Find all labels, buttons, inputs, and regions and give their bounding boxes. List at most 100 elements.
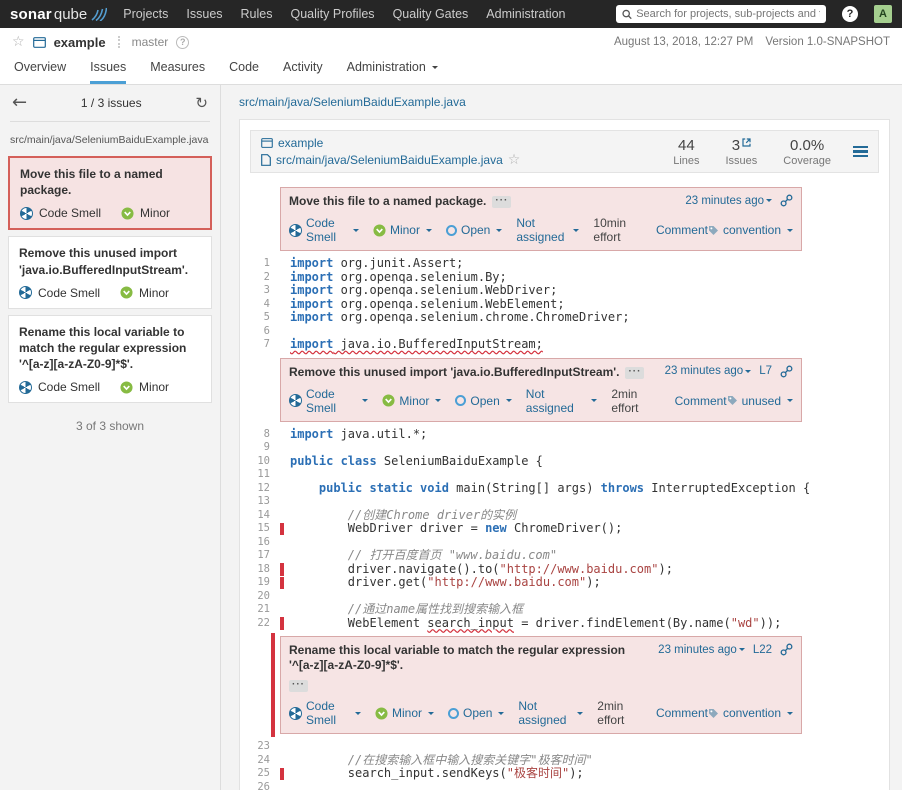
issue-age-dropdown[interactable]: 23 minutes ago xyxy=(665,365,752,377)
permalink-icon[interactable] xyxy=(780,194,793,207)
line-number[interactable]: 3 xyxy=(250,284,280,298)
code-smell-icon xyxy=(289,224,302,237)
line-number[interactable]: 1 xyxy=(250,257,280,271)
line-number[interactable]: 4 xyxy=(250,298,280,312)
line-number[interactable]: 26 xyxy=(250,781,280,790)
branch-help-icon[interactable]: ? xyxy=(176,36,189,49)
permalink-icon[interactable] xyxy=(780,365,793,378)
tab-activity[interactable]: Activity xyxy=(283,60,323,84)
help-icon[interactable]: ? xyxy=(842,6,858,22)
line-number[interactable]: 11 xyxy=(250,468,280,482)
line-number[interactable]: 18 xyxy=(250,563,280,577)
nav-projects[interactable]: Projects xyxy=(123,7,168,21)
tab-measures[interactable]: Measures xyxy=(150,60,205,84)
line-number[interactable]: 21 xyxy=(250,603,280,617)
metric-issues-value[interactable]: 3 xyxy=(726,137,758,154)
line-number[interactable]: 2 xyxy=(250,271,280,285)
issue-status-dropdown[interactable]: Open xyxy=(455,394,511,408)
comment-link[interactable]: Comment xyxy=(675,394,727,408)
comment-link[interactable]: Comment xyxy=(656,706,708,720)
issue-severity-dropdown[interactable]: Minor xyxy=(382,394,441,408)
line-number[interactable]: 19 xyxy=(250,576,280,590)
issue-list-item-selected[interactable]: Move this file to a named package. Code … xyxy=(8,156,212,230)
chevron-down-icon xyxy=(573,229,579,235)
tab-overview[interactable]: Overview xyxy=(14,60,66,84)
comment-link[interactable]: Comment xyxy=(656,223,708,237)
issue-list-item[interactable]: Rename this local variable to match the … xyxy=(8,315,212,404)
nav-quality-profiles[interactable]: Quality Profiles xyxy=(291,7,375,21)
reload-icon[interactable]: ↻ xyxy=(195,96,208,111)
metric-lines-value[interactable]: 44 xyxy=(673,137,699,154)
line-number[interactable]: 14 xyxy=(250,509,280,523)
issue-tags-dropdown[interactable]: convention xyxy=(708,223,793,237)
issue-age-dropdown[interactable]: 23 minutes ago xyxy=(685,195,772,207)
issue-tags-dropdown[interactable]: unused xyxy=(727,394,793,408)
coverage-gutter xyxy=(280,257,290,271)
issue-age-dropdown[interactable]: 23 minutes ago xyxy=(658,644,745,656)
issue-actions-ellipsis[interactable] xyxy=(289,680,308,692)
tab-administration[interactable]: Administration xyxy=(347,60,438,84)
favorite-star-icon[interactable]: ☆ xyxy=(12,35,25,49)
issue-title[interactable]: Remove this unused import 'java.io.Buffe… xyxy=(289,365,619,380)
sonarqube-logo[interactable]: sonarqube xyxy=(10,6,107,23)
nav-administration[interactable]: Administration xyxy=(486,7,565,21)
chevron-down-icon xyxy=(426,229,432,235)
line-number[interactable]: 25 xyxy=(250,767,280,781)
issue-assignee-dropdown[interactable]: Not assigned xyxy=(518,699,583,727)
issue-title[interactable]: Rename this local variable to match the … xyxy=(289,643,652,673)
line-number[interactable]: 12 xyxy=(250,482,280,496)
line-number[interactable]: 9 xyxy=(250,441,280,455)
issue-title[interactable]: Move this file to a named package. xyxy=(289,194,486,209)
global-search[interactable] xyxy=(616,5,826,23)
nav-rules[interactable]: Rules xyxy=(241,7,273,21)
metric-coverage-value[interactable]: 0.0% xyxy=(783,137,831,154)
file-icon xyxy=(261,154,271,166)
line-number[interactable]: 7 xyxy=(250,338,280,352)
line-number[interactable]: 10 xyxy=(250,455,280,469)
issue-tags-dropdown[interactable]: convention xyxy=(708,706,793,720)
issue-line-link[interactable]: L7 xyxy=(759,365,772,377)
line-number[interactable]: 6 xyxy=(250,325,280,339)
issue-assignee-dropdown[interactable]: Not assigned xyxy=(516,216,579,244)
issue-status-dropdown[interactable]: Open xyxy=(446,223,502,237)
line-number[interactable]: 17 xyxy=(250,549,280,563)
tab-issues[interactable]: Issues xyxy=(90,60,126,84)
coverage-gutter xyxy=(280,271,290,285)
line-number[interactable]: 23 xyxy=(250,740,280,754)
search-input[interactable] xyxy=(636,8,820,20)
line-number[interactable]: 8 xyxy=(250,428,280,442)
nav-issues[interactable]: Issues xyxy=(186,7,222,21)
issue-type-dropdown[interactable]: Code Smell xyxy=(289,216,359,244)
issue-severity-dropdown[interactable]: Minor xyxy=(375,706,434,720)
issue-severity-dropdown[interactable]: Minor xyxy=(373,223,432,237)
line-number[interactable]: 5 xyxy=(250,311,280,325)
issue-line-link[interactable]: L22 xyxy=(753,644,772,656)
issue-actions-ellipsis[interactable] xyxy=(492,196,511,208)
line-number[interactable]: 24 xyxy=(250,754,280,768)
favorite-star-icon[interactable]: ☆ xyxy=(508,153,521,167)
back-arrow-icon[interactable]: ← xyxy=(12,94,27,112)
permalink-icon[interactable] xyxy=(780,643,793,656)
issue-actions-ellipsis[interactable] xyxy=(625,367,644,379)
line-number[interactable]: 20 xyxy=(250,590,280,604)
issue-type-dropdown[interactable]: Code Smell xyxy=(289,699,361,727)
breadcrumb-file-link[interactable]: src/main/java/SeleniumBaiduExample.java xyxy=(239,95,466,109)
coverage-gutter xyxy=(280,495,290,509)
issue-status-dropdown[interactable]: Open xyxy=(448,706,504,720)
line-number[interactable]: 13 xyxy=(250,495,280,509)
tab-code[interactable]: Code xyxy=(229,60,259,84)
nav-quality-gates[interactable]: Quality Gates xyxy=(393,7,469,21)
file-header-project-link[interactable]: example xyxy=(278,136,323,150)
line-number[interactable]: 15 xyxy=(250,522,280,536)
line-number[interactable]: 22 xyxy=(250,617,280,631)
code-text: search_input.sendKeys("极客时间"); xyxy=(290,767,584,781)
code-text: import org.openqa.selenium.chrome.Chrome… xyxy=(290,311,630,325)
line-number[interactable]: 16 xyxy=(250,536,280,550)
menu-icon[interactable] xyxy=(853,146,868,158)
issue-assignee-dropdown[interactable]: Not assigned xyxy=(526,387,598,415)
issue-type-dropdown[interactable]: Code Smell xyxy=(289,387,368,415)
avatar[interactable]: A xyxy=(874,5,892,23)
project-name[interactable]: example xyxy=(54,35,106,50)
issue-list-item[interactable]: Remove this unused import 'java.io.Buffe… xyxy=(8,236,212,308)
file-header-path-link[interactable]: src/main/java/SeleniumBaiduExample.java xyxy=(276,153,503,167)
